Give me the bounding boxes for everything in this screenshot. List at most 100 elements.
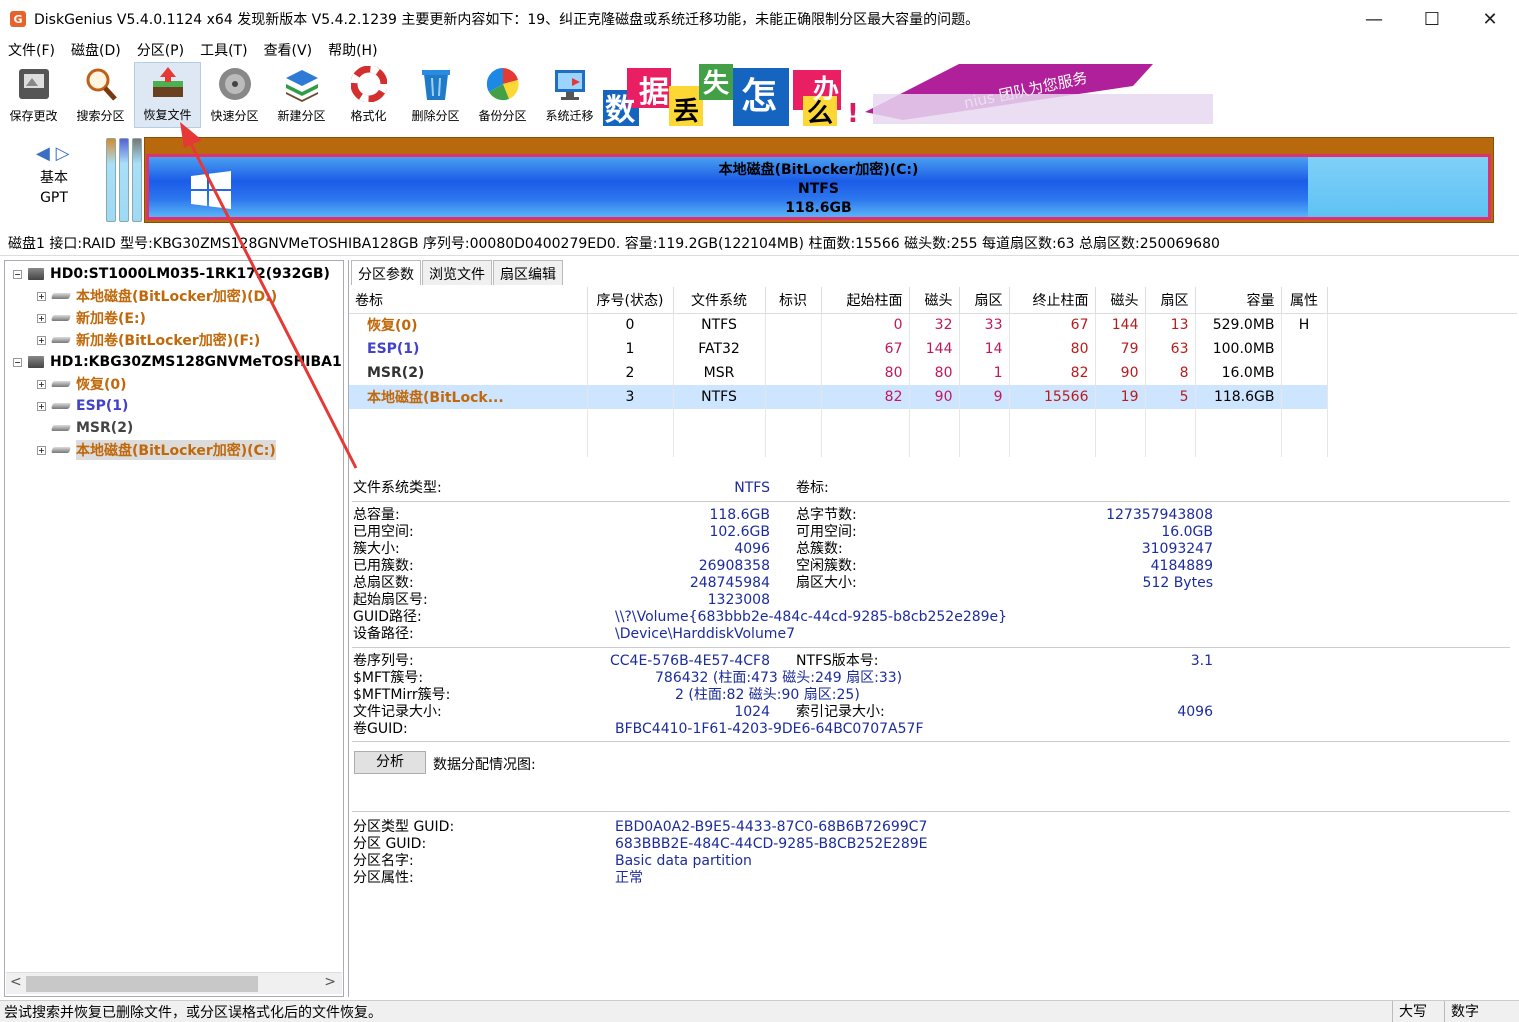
table-cell: 79 [1095,337,1146,361]
menu-partition[interactable]: 分区(P) [129,40,192,60]
mftmirr-cluster-value: 2 (柱面:82 磁头:90 扇区:25) [675,687,860,703]
table-cell-empty [1327,409,1517,433]
table-cell-label: 恢复(0) [349,313,588,337]
partition-guid-label: 分区 GUID: [353,836,427,852]
used-clusters-label: 已用簇数: [353,558,414,574]
tab-sector-edit[interactable]: 扇区编辑 [493,260,563,285]
ntfs-version-value: 3.1 [1190,653,1213,669]
table-cell [765,337,822,361]
hard-disk-icon [28,356,44,368]
maximize-button[interactable]: ☐ [1403,0,1461,38]
table-row[interactable]: ESP(1) 1 FAT32 67 144 14 80 79 63 100.0MB [349,337,1517,361]
used-space-label: 已用空间: [353,524,414,540]
expand-icon[interactable]: + [37,401,46,411]
col-header[interactable]: 起始柱面 [821,287,910,314]
expand-icon[interactable]: + [37,291,46,301]
promo-banner[interactable]: 数 据 丢 失 怎 么 办 ! nius 团队为您服务 [603,62,1215,128]
search-partition-button[interactable]: 搜索分区 [67,62,134,128]
free-space-label: 可用空间: [796,524,857,540]
tree-partition-msr[interactable]: MSR(2) [50,417,133,439]
table-cell-label: MSR(2) [349,361,588,385]
scroll-right-arrow-icon[interactable]: > [324,974,336,990]
total-clusters-label: 总簇数: [796,541,843,557]
table-cell-empty [1095,433,1146,457]
menu-view[interactable]: 查看(V) [256,40,321,60]
partition-detail-panel: 分区参数 浏览文件 扇区编辑 卷标 序号(状态) 文件系统 标识 起始柱面 磁头… [348,260,1519,997]
collapse-icon[interactable]: − [13,269,22,279]
partition-strip-recovery[interactable] [106,138,116,222]
expand-icon[interactable]: + [37,335,46,345]
partition-strip-esp[interactable] [119,138,129,222]
tree-partition-e[interactable]: + 新加卷(E:) [37,307,146,329]
cluster-size-label: 簇大小: [353,541,400,557]
table-cell-empty [1009,433,1096,457]
minimize-button[interactable]: — [1345,0,1403,38]
col-header[interactable]: 序号(状态) [587,287,674,314]
layers-icon [283,65,321,103]
expand-icon[interactable]: + [37,313,46,323]
table-cell [1281,361,1328,385]
table-cell-empty [587,433,674,457]
menu-help[interactable]: 帮助(H) [320,40,385,60]
table-cell: 14 [959,337,1010,361]
delete-partition-button[interactable]: 删除分区 [402,62,469,128]
tree-partition-recovery[interactable]: + 恢复(0) [37,373,127,395]
backup-partition-button[interactable]: 备份分区 [469,62,536,128]
col-header[interactable]: 磁头 [1095,287,1146,314]
table-cell: 118.6GB [1195,385,1282,409]
table-cell: 13 [1145,313,1196,337]
table-row[interactable]: 本地磁盘(BitLock... 3 NTFS 82 90 9 15566 19 5 118.6GB [349,385,1517,409]
used-clusters-value: 26908358 [698,558,770,574]
search-partition-label: 搜索分区 [76,109,125,123]
col-header[interactable]: 文件系统 [673,287,766,314]
table-cell-filler [1327,361,1517,385]
partition-icon [50,403,72,409]
close-button[interactable]: ✕ [1461,0,1519,38]
col-header[interactable]: 卷标 [349,287,588,314]
table-cell: 529.0MB [1195,313,1282,337]
col-header[interactable]: 终止柱面 [1009,287,1096,314]
scroll-left-arrow-icon[interactable]: < [10,974,22,990]
table-cell-empty [1145,409,1196,433]
tab-browse-files[interactable]: 浏览文件 [422,260,492,285]
start-sector-label: 起始扇区号: [353,592,428,608]
col-header[interactable]: 磁头 [909,287,960,314]
menu-disk[interactable]: 磁盘(D) [63,40,129,60]
table-row[interactable]: MSR(2) 2 MSR 80 80 1 82 90 8 16.0MB [349,361,1517,385]
sector-size-label: 扇区大小: [796,575,857,591]
partition-strip-msr[interactable] [132,138,142,222]
table-row[interactable]: 恢复(0) 0 NTFS 0 32 33 67 144 13 529.0MB H [349,313,1517,337]
banner-char-5: 怎 [741,76,777,117]
system-migration-button[interactable]: 系统迁移 [536,62,603,128]
used-space-value: 102.6GB [709,524,770,540]
expand-icon[interactable]: + [37,445,46,455]
col-header[interactable]: 扇区 [959,287,1010,314]
disk-nav-arrows[interactable]: ◀ ▷ [36,143,69,164]
volume-label-label: 卷标: [796,480,829,496]
table-cell-empty [821,433,910,457]
save-changes-button[interactable]: 保存更改 [0,62,67,128]
mft-cluster-label: $MFT簇号: [353,670,424,686]
col-header[interactable]: 容量 [1195,287,1282,314]
col-header[interactable]: 属性 [1281,287,1328,314]
total-clusters-value: 31093247 [1141,541,1213,557]
menu-file[interactable]: 文件(F) [0,40,63,60]
analyze-button[interactable]: 分析 [354,751,426,774]
collapse-icon[interactable]: − [13,357,22,367]
diskgenius-window: { "title": "DiskGenius V5.4.0.1124 x64 发… [0,0,1519,1022]
col-header[interactable]: 扇区 [1145,287,1196,314]
app-icon: G [10,11,26,27]
total-capacity-label: 总容量: [353,507,400,523]
scrollbar-thumb[interactable] [26,976,258,992]
index-record-size-label: 索引记录大小: [796,704,885,720]
tree-horizontal-scrollbar[interactable]: < > [6,972,342,994]
allocation-map-label: 数据分配情况图: [433,757,536,773]
table-cell: NTFS [673,385,766,409]
partition-name-value: Basic data partition [615,853,752,869]
banner-char-4: 失 [703,69,730,99]
col-header[interactable]: 标识 [765,287,822,314]
tree-partition-esp[interactable]: + ESP(1) [37,395,128,417]
menu-tools[interactable]: 工具(T) [192,40,255,60]
expand-icon[interactable]: + [37,379,46,389]
table-cell: 1 [587,337,674,361]
